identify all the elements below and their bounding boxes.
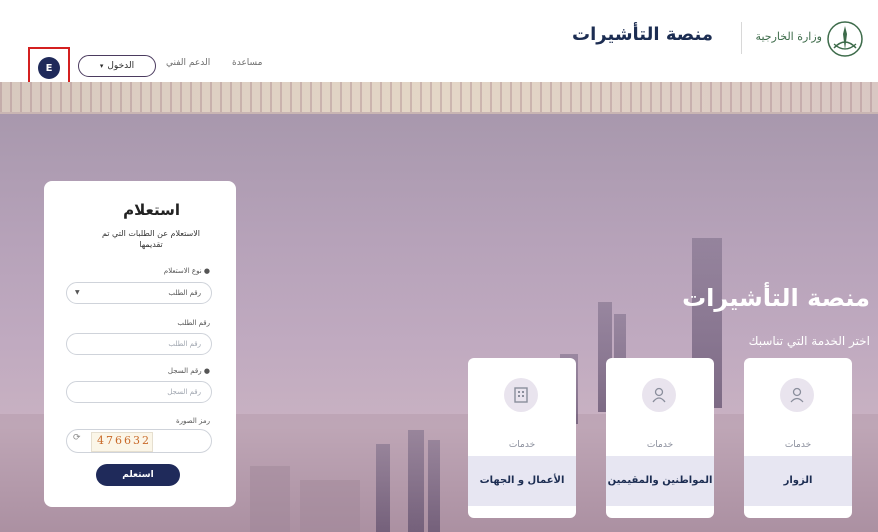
inquiry-submit-button[interactable]: استعلم — [96, 464, 180, 486]
header-divider — [741, 22, 742, 54]
service-caption: خدمات — [646, 440, 674, 450]
service-name: الأعمال و الجهات — [468, 456, 576, 506]
top-header: E ▾ الدخول الدعم الفني مساعدة منصة التأش… — [0, 0, 878, 85]
login-button[interactable]: ▾ الدخول — [78, 55, 156, 77]
help-link[interactable]: مساعدة — [232, 58, 262, 68]
service-card-business[interactable]: خدمات الأعمال و الجهات — [468, 358, 576, 518]
chevron-down-icon: ▾ — [99, 62, 104, 70]
inquiry-type-select[interactable]: ▼ رقم الطلب — [66, 282, 212, 304]
visitor-icon — [780, 378, 814, 412]
login-label: الدخول — [107, 61, 135, 71]
select-value: رقم الطلب — [168, 289, 201, 297]
language-label: E — [45, 62, 53, 74]
request-label: رقم الطلب — [177, 319, 210, 327]
request-number-input[interactable]: رقم الطلب — [66, 333, 212, 355]
info-icon: ● — [203, 267, 210, 275]
service-name: الزوار — [744, 456, 852, 506]
record-label: رقم السجل ● — [167, 367, 210, 375]
record-number-input[interactable]: رقم السجل — [66, 381, 212, 403]
ministry-logo-text: وزارة الخارجية — [755, 30, 822, 43]
input-placeholder: رقم السجل — [167, 388, 201, 396]
refresh-icon[interactable]: ⟳ — [73, 433, 81, 443]
info-icon: ● — [203, 367, 210, 375]
decorative-pattern-strip — [0, 82, 878, 114]
service-caption: خدمات — [508, 440, 536, 450]
support-link[interactable]: الدعم الفني — [166, 58, 210, 68]
input-placeholder: رقم الطلب — [168, 340, 201, 348]
captcha-label: رمز الصورة — [175, 417, 210, 425]
service-caption: خدمات — [784, 440, 812, 450]
type-label: نوع الاستعلام ● — [163, 267, 210, 275]
hero-title: منصة التأشيرات — [682, 284, 870, 312]
service-card-visitors[interactable]: خدمات الزوار — [744, 358, 852, 518]
building-icon — [504, 378, 538, 412]
platform-title: منصة التأشيرات — [572, 24, 713, 45]
citizen-icon — [642, 378, 676, 412]
hero-subtitle: اختر الخدمة التي تناسبك — [748, 334, 870, 348]
inquiry-description: الاستعلام عن الطلبات التي تم تقديمها — [101, 229, 201, 249]
service-card-citizens[interactable]: خدمات المواطنين والمقيمين — [606, 358, 714, 518]
chevron-down-icon: ▼ — [75, 289, 80, 296]
language-toggle-button[interactable]: E — [38, 57, 60, 79]
ministry-emblem-icon — [827, 21, 863, 57]
captcha-input[interactable]: ⟳ 476632 — [66, 429, 212, 453]
inquiry-title: استعلام — [123, 201, 180, 219]
service-name: المواطنين والمقيمين — [606, 456, 714, 506]
inquiry-card: استعلام الاستعلام عن الطلبات التي تم تقد… — [44, 181, 236, 507]
captcha-image: 476632 — [91, 432, 153, 452]
